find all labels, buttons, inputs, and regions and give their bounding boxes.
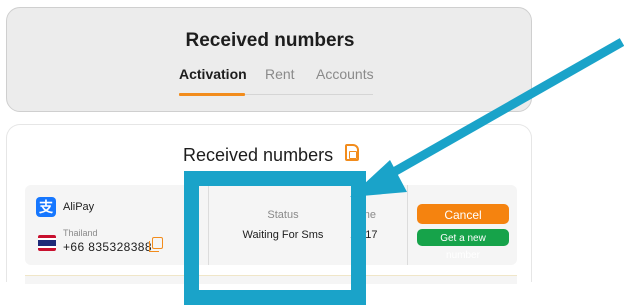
arrow-shaft <box>375 38 624 185</box>
arrow-annotation <box>350 38 624 197</box>
